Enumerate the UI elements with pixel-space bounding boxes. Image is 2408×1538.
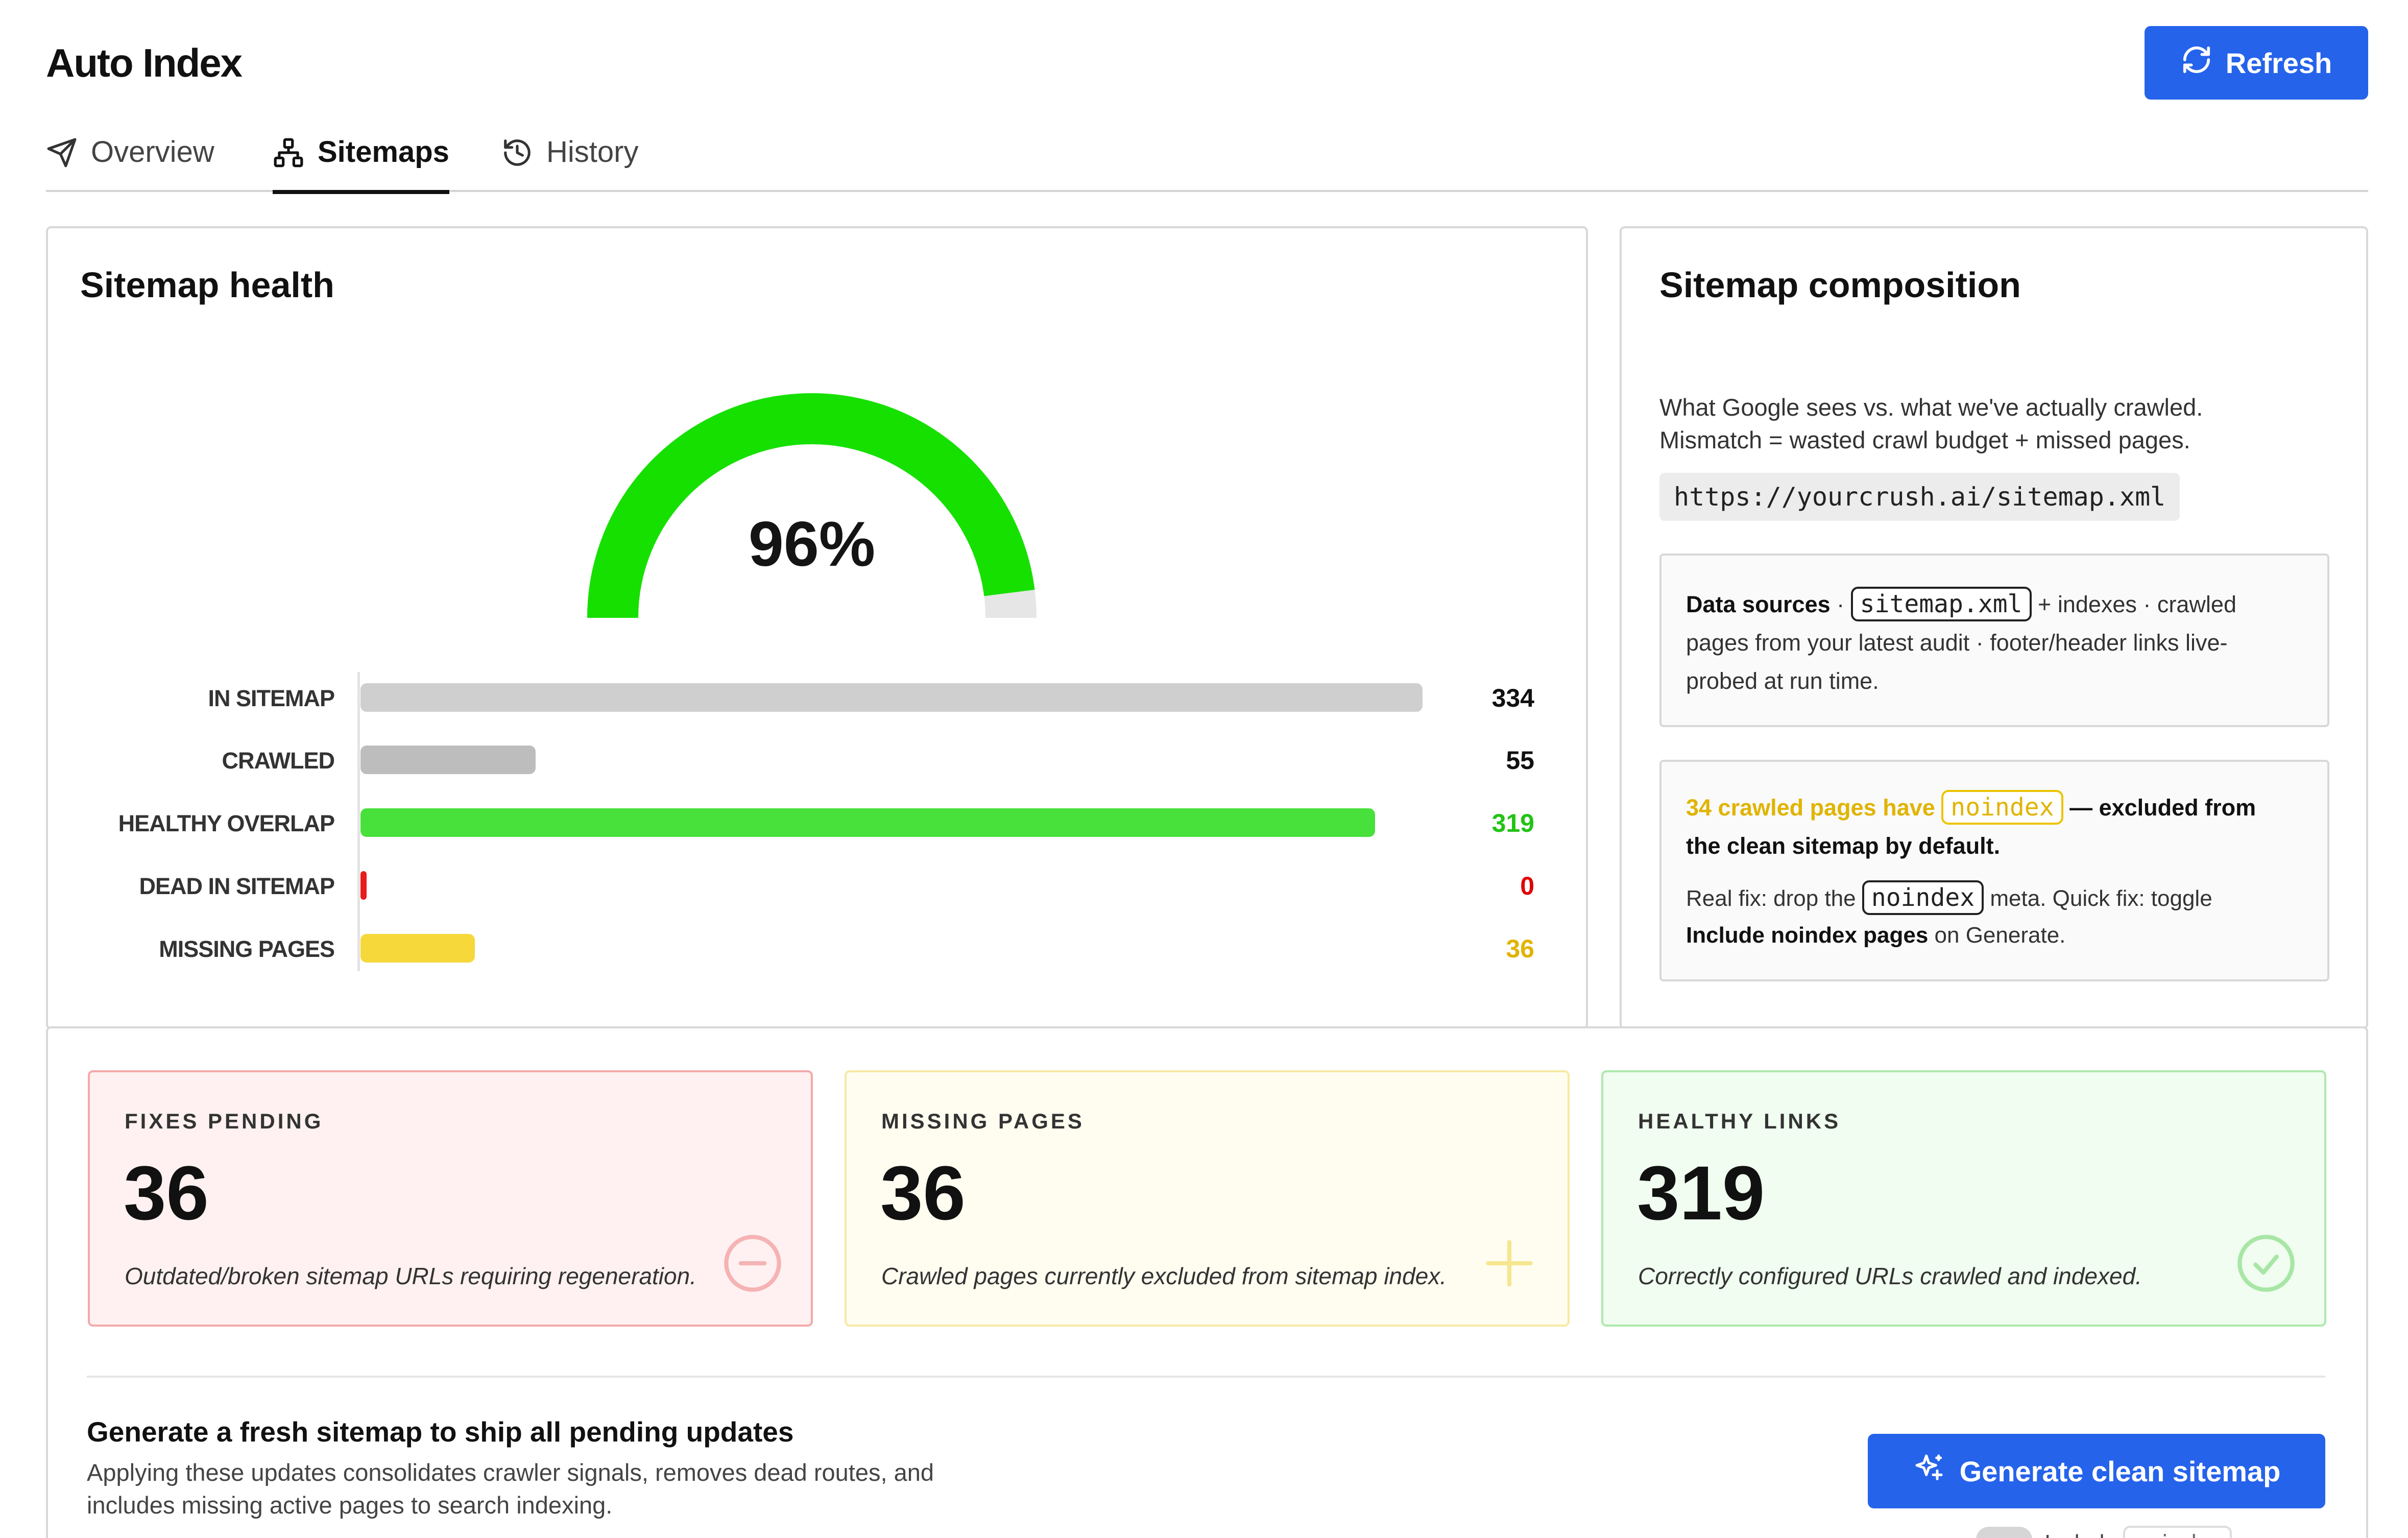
bar-dead-in-sitemap: [360, 871, 367, 900]
include-noindex-toggle[interactable]: [1976, 1527, 2032, 1538]
stat-missing-pages: MISSING PAGES 36 Crawled pages currently…: [845, 1070, 1570, 1327]
stat-missing-pages-value: 36: [880, 1150, 966, 1236]
noindex-fix-lead: Real fix: drop the: [1686, 886, 1856, 911]
tab-history-label: History: [546, 135, 639, 169]
noindex-warning-lead: 34 crawled pages have: [1686, 795, 1935, 821]
bar-value-in-sitemap: 334: [1491, 684, 1534, 712]
stat-healthy-links: HEALTHY LINKS 319 Correctly configured U…: [1601, 1070, 2326, 1327]
tab-sitemaps-label: Sitemaps: [318, 135, 449, 169]
noindex-warning-box: 34 crawled pages have noindex — excluded…: [1659, 760, 2329, 981]
bar-healthy-overlap: [360, 808, 1375, 837]
include-noindex-chip: noindex: [2123, 1526, 2232, 1538]
stat-fixes-pending-value: 36: [124, 1150, 209, 1236]
sitemap-composition-title: Sitemap composition: [1659, 265, 2021, 305]
noindex-warning-rest: — excluded from: [2063, 795, 2256, 821]
check-circle-icon: [2234, 1232, 2298, 1297]
noindex-chip: noindex: [1941, 790, 2063, 825]
noindex-fix-rest: meta. Quick fix: toggle: [1984, 886, 2212, 911]
refresh-label: Refresh: [2225, 46, 2332, 79]
bar-crawled: [360, 746, 536, 774]
stat-fixes-pending: FIXES PENDING 36 Outdated/broken sitemap…: [88, 1070, 813, 1327]
composition-description: What Google sees vs. what we've actually…: [1659, 391, 2323, 456]
noindex-fix-end: on Generate.: [1928, 923, 2066, 948]
generate-description-line2: includes missing active pages to search …: [87, 1492, 613, 1519]
bar-in-sitemap: [360, 683, 1423, 712]
refresh-button[interactable]: Refresh: [2145, 26, 2368, 100]
bar-missing-pages: [360, 934, 475, 963]
data-sources-heading: Data sources: [1686, 591, 1831, 617]
sitemap-icon: [273, 135, 304, 176]
bar-label-healthy-overlap: HEALTHY OVERLAP: [118, 810, 335, 836]
noindex-fix-text: Real fix: drop the noindex meta. Quick f…: [1686, 880, 2314, 954]
bar-value-missing-pages: 36: [1506, 934, 1534, 963]
include-noindex-label: Include noindex: [2044, 1526, 2232, 1538]
app-title: Auto Index: [46, 40, 243, 85]
generate-description: Applying these updates consolidates craw…: [87, 1456, 1057, 1522]
stat-fixes-pending-label: FIXES PENDING: [125, 1109, 324, 1133]
send-icon: [46, 135, 78, 176]
gauge-percent-label: 96%: [748, 509, 876, 580]
plus-icon: [1478, 1232, 1541, 1297]
noindex-fix-bold: Include noindex pages: [1686, 923, 1929, 948]
composition-description-line2: Mismatch = wasted crawl budget + missed …: [1659, 426, 2190, 453]
data-sources-box: Data sources · sitemap.xml + indexes · c…: [1659, 554, 2329, 727]
generate-clean-sitemap-button[interactable]: Generate clean sitemap: [1868, 1434, 2325, 1508]
tab-bar: Overview Sitemaps History: [46, 128, 2368, 194]
noindex-fix-chip: noindex: [1862, 880, 1984, 915]
sitemap-health-title: Sitemap health: [80, 265, 334, 305]
data-sources-rest-3: probed at run time.: [1686, 668, 1879, 694]
data-sources-rest-1: + indexes · crawled: [2031, 591, 2236, 617]
stat-missing-pages-description: Crawled pages currently excluded from si…: [881, 1263, 1447, 1289]
bar-label-dead-in-sitemap: DEAD IN SITEMAP: [139, 873, 335, 899]
stat-healthy-links-value: 319: [1637, 1150, 1765, 1236]
minus-circle-icon: [721, 1232, 784, 1297]
bar-value-dead-in-sitemap: 0: [1520, 872, 1534, 900]
refresh-icon: [2181, 44, 2212, 82]
generate-description-line1: Applying these updates consolidates craw…: [87, 1459, 934, 1486]
noindex-warning-text: 34 crawled pages have noindex — excluded…: [1686, 788, 2314, 865]
stat-healthy-links-description: Correctly configured URLs crawled and in…: [1638, 1263, 2142, 1289]
include-noindex-text: Include: [2044, 1530, 2117, 1538]
sparkles-icon: [1913, 1452, 1945, 1491]
bar-label-crawled: CRAWLED: [222, 748, 335, 774]
tab-overview-label: Overview: [91, 135, 214, 169]
stat-healthy-links-label: HEALTHY LINKS: [1638, 1109, 1841, 1133]
tab-overview[interactable]: Overview: [46, 135, 214, 192]
generate-title: Generate a fresh sitemap to ship all pen…: [87, 1416, 794, 1448]
data-sources-text: Data sources · sitemap.xml + indexes · c…: [1686, 585, 2314, 700]
data-sources-rest-2: pages from your latest audit · footer/he…: [1686, 630, 2228, 656]
bar-axis-line: [357, 672, 360, 971]
section-divider: [87, 1376, 2325, 1378]
tab-history[interactable]: History: [501, 135, 638, 192]
sitemap-url[interactable]: https://yourcrush.ai/sitemap.xml: [1659, 473, 2180, 521]
sitemap-xml-chip: sitemap.xml: [1850, 587, 2032, 621]
composition-description-line1: What Google sees vs. what we've actually…: [1659, 394, 2203, 421]
bar-value-healthy-overlap: 319: [1491, 809, 1534, 837]
bar-value-crawled: 55: [1506, 746, 1534, 775]
noindex-warning-line2: the clean sitemap by default.: [1686, 833, 2001, 859]
bar-label-in-sitemap: IN SITEMAP: [208, 685, 335, 711]
stat-missing-pages-label: MISSING PAGES: [881, 1109, 1085, 1133]
history-icon: [501, 135, 533, 176]
bar-label-missing-pages: MISSING PAGES: [159, 936, 335, 962]
tab-sitemaps[interactable]: Sitemaps: [273, 135, 449, 194]
stat-fixes-pending-description: Outdated/broken sitemap URLs requiring r…: [125, 1263, 696, 1289]
generate-button-label: Generate clean sitemap: [1959, 1455, 2281, 1487]
data-sources-sep: ·: [1830, 591, 1851, 617]
